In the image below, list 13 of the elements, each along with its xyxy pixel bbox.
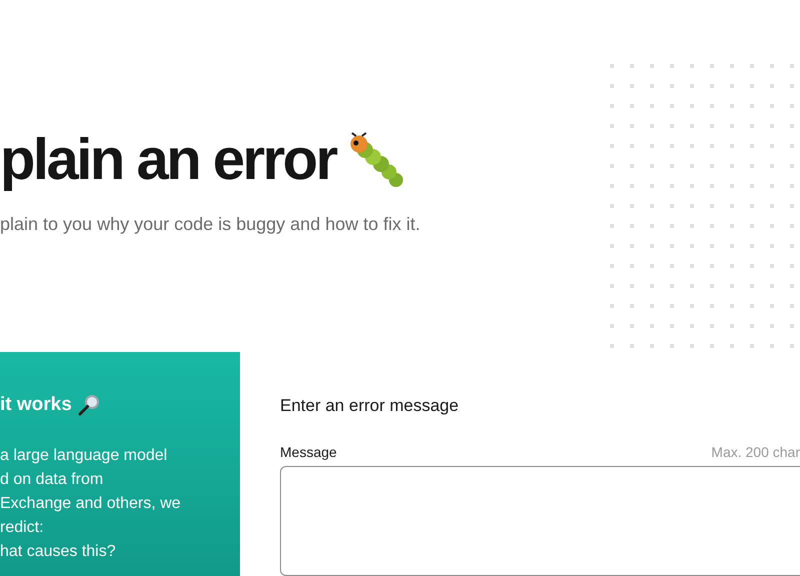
panel-text-line: a large language model [0, 446, 168, 466]
panel-text-line: redict: [0, 518, 45, 538]
panel-text-line: Exchange and others, we [0, 494, 182, 514]
page-subtitle: plain to you why your code is buggy and how to fix it. [0, 214, 420, 235]
panel-heading: it works [0, 394, 72, 416]
panel-text-line: d on data from [0, 470, 104, 490]
field-label: Message [280, 444, 337, 460]
magnifier-icon [78, 394, 100, 416]
message-field[interactable] [280, 466, 800, 576]
panel-text-line: hat causes this? [0, 542, 117, 562]
character-limit-hint: Max. 200 char [711, 444, 800, 460]
form-heading: Enter an error message [280, 396, 460, 416]
page-title: plain an error [0, 128, 336, 192]
